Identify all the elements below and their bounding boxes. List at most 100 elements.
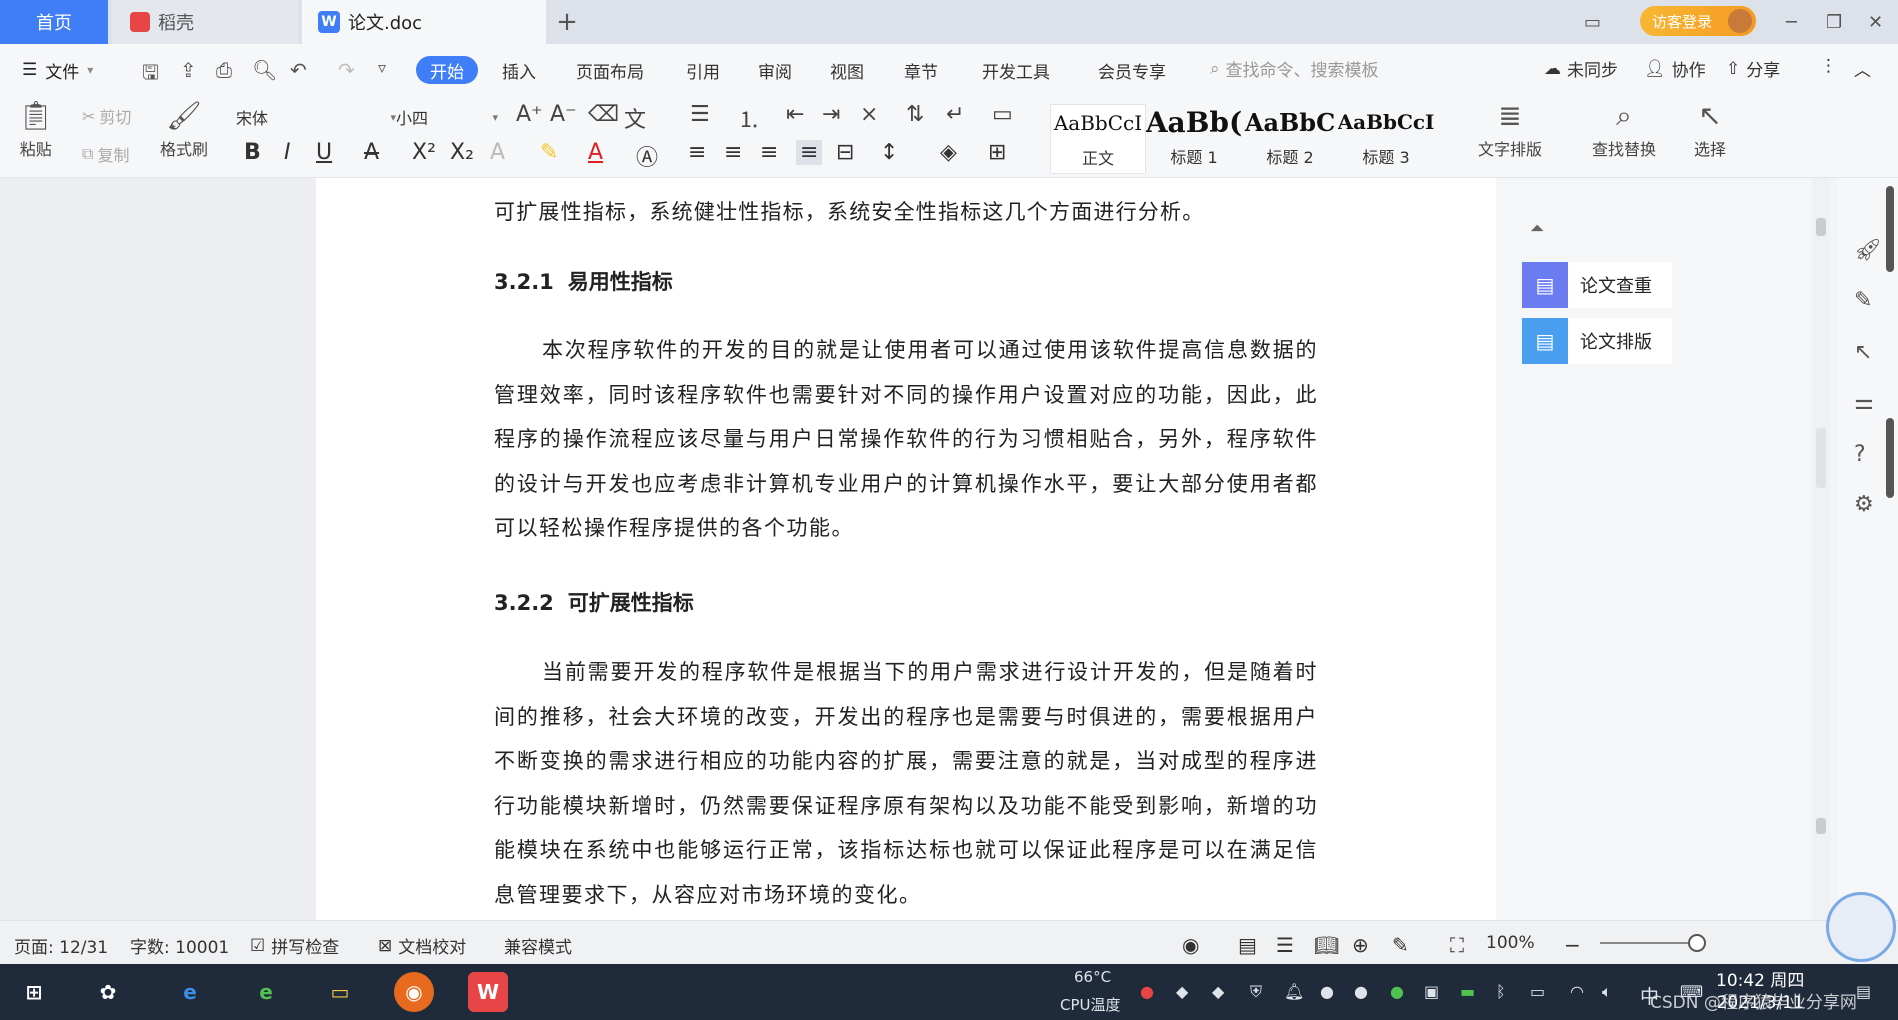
zoom-slider-handle[interactable] [1688, 934, 1706, 952]
select-button[interactable]: ↖ 选择 [1694, 100, 1726, 160]
undo-icon[interactable]: ↶ [290, 58, 307, 82]
text-effect-icon[interactable]: A [490, 140, 505, 165]
menu-insert[interactable]: 插入 [502, 56, 536, 84]
style-heading-1[interactable]: AaBb( 标题 1 [1146, 104, 1242, 174]
collapse-ribbon-icon[interactable]: ︿ [1854, 56, 1871, 81]
tray-window-icon[interactable]: ▣ [1424, 982, 1439, 1001]
menu-references[interactable]: 引用 [686, 56, 720, 84]
collab-button[interactable]: 👤︎ 协作 [1644, 56, 1706, 82]
image-settings-icon[interactable]: ⚙ [1854, 492, 1874, 517]
shading-icon[interactable]: ◈ [940, 140, 957, 165]
style-heading-3[interactable]: AaBbCcI 标题 3 [1338, 104, 1434, 174]
justify-icon[interactable]: ≡ [796, 140, 823, 165]
italic-icon[interactable]: I [284, 140, 291, 165]
windows-start-icon[interactable]: ⊞ [14, 972, 54, 1012]
share-button[interactable]: ⇧ 分享 [1726, 56, 1780, 82]
pointer-icon[interactable]: ↖ [1854, 340, 1872, 365]
menu-start[interactable]: 开始 [416, 56, 478, 84]
print-icon[interactable]: ⎙ [216, 58, 232, 82]
tray-app-icon[interactable]: ● [1140, 982, 1154, 1001]
menu-view[interactable]: 视图 [830, 56, 864, 84]
pen-icon[interactable]: ✎ [1854, 288, 1872, 313]
tab-document[interactable]: W 论文.doc [302, 0, 546, 44]
line-break-icon[interactable]: ↵ [946, 102, 964, 127]
web-view-icon[interactable]: ⊕ [1352, 933, 1369, 957]
plugin-paper-layout[interactable]: ▤ 论文排版 [1522, 318, 1672, 364]
tab-daoke[interactable]: 稻壳 [112, 0, 298, 44]
decrease-indent-icon[interactable]: ⇤ [786, 102, 804, 127]
fullscreen-icon[interactable]: ⛶ [1450, 933, 1464, 957]
reading-view-icon[interactable]: 📖︎ [1314, 933, 1339, 957]
font-color-icon[interactable]: A [588, 140, 603, 165]
bullet-list-icon[interactable]: ☰ [690, 102, 710, 127]
save-icon[interactable]: 🖫 [142, 58, 159, 92]
shrink-font-icon[interactable]: A⁻ [550, 102, 577, 127]
shield-icon[interactable]: ⛨ [1250, 982, 1262, 1002]
more-icon[interactable]: ⋮ [1820, 56, 1837, 76]
style-heading-2[interactable]: AaBbC 标题 2 [1242, 104, 1338, 174]
increase-indent-icon[interactable]: ⇥ [822, 102, 840, 127]
write-view-icon[interactable]: ✎ [1392, 933, 1409, 957]
find-replace-button[interactable]: ⌕ 查找替换 [1592, 100, 1656, 160]
bold-icon[interactable]: B [244, 140, 261, 165]
outline-view-icon[interactable]: ☰ [1276, 933, 1294, 957]
strikethrough-icon[interactable]: A [364, 140, 379, 165]
distribute-icon[interactable]: ⊟ [836, 140, 854, 165]
align-right-icon[interactable]: ≡ [760, 140, 778, 165]
copy-button[interactable]: ⧉ 复制 [82, 142, 129, 166]
paste-button[interactable]: 📋︎ 粘贴 [18, 100, 54, 160]
browser-360-icon[interactable]: e [246, 972, 286, 1012]
file-explorer-icon[interactable]: ▭ [320, 972, 360, 1012]
borders-icon[interactable]: ⊞ [988, 140, 1006, 165]
font-family-select[interactable]: 宋体 ▾ [236, 104, 396, 130]
sort-icon[interactable]: ⇅ [906, 102, 924, 127]
eye-protect-icon[interactable]: ◉ [1182, 933, 1199, 957]
zoom-out-icon[interactable]: − [1564, 933, 1581, 957]
page-view-icon[interactable]: ▤ [1238, 933, 1257, 957]
grow-font-icon[interactable]: A⁺ [516, 102, 543, 127]
tray-qq-icon[interactable]: ● [1354, 982, 1368, 1001]
chinese-layout-icon[interactable]: ⨯ [860, 102, 878, 127]
bluetooth-icon[interactable]: ᛒ [1496, 982, 1506, 1001]
scroll-up-thumb[interactable] [1816, 218, 1826, 236]
file-menu[interactable]: ☰ 文件 ▾ [22, 58, 93, 83]
char-border-icon[interactable]: Ⓐ [636, 140, 658, 172]
tray-network-app-icon[interactable]: ◆ [1176, 982, 1188, 1001]
tray-battery-icon[interactable]: ▬ [1460, 982, 1475, 1001]
scroll-thumb[interactable] [1816, 428, 1826, 488]
text-layout-button[interactable]: ≣ 文字排版 [1478, 100, 1542, 160]
plugin-paper-check[interactable]: ▤ 论文查重 [1522, 262, 1672, 308]
ie-browser-icon[interactable]: e [170, 972, 210, 1012]
align-center-icon[interactable]: ≡ [724, 140, 742, 165]
font-size-select[interactable]: 小四 ▾ [396, 104, 506, 130]
command-search[interactable]: ⌕ 查找命令、搜索模板 [1210, 56, 1379, 82]
clear-format-icon[interactable]: ⌫ [588, 102, 619, 127]
menu-dev-tools[interactable]: 开发工具 [982, 56, 1050, 84]
volume-icon[interactable]: 🔈︎ [1602, 982, 1612, 1002]
menu-chapter[interactable]: 章节 [904, 56, 938, 84]
ruler-icon[interactable]: ▭ [992, 102, 1013, 127]
export-icon[interactable]: ⇪ [180, 58, 197, 82]
sync-button[interactable]: ☁ 未同步 [1544, 56, 1618, 82]
scroll-down-thumb[interactable] [1816, 818, 1826, 834]
menu-page-layout[interactable]: 页面布局 [576, 56, 644, 84]
underline-icon[interactable]: U [316, 140, 332, 165]
line-spacing-icon[interactable]: ↕ [880, 140, 898, 165]
style-normal[interactable]: AaBbCcI 正文 [1050, 104, 1146, 174]
spell-check-button[interactable]: ☑ 拼写检查 [250, 933, 339, 959]
rocket-icon[interactable]: 🚀︎ [1854, 238, 1882, 263]
menu-member[interactable]: 会员专享 [1098, 56, 1166, 84]
proofread-button[interactable]: ⊠ 文档校对 [378, 933, 466, 959]
floating-assistant[interactable] [1826, 892, 1896, 962]
phonetic-icon[interactable]: 文 [624, 102, 646, 134]
layout-switch-icon[interactable]: ▭ [1584, 0, 1601, 44]
superscript-icon[interactable]: X² [412, 140, 436, 165]
format-painter-button[interactable]: 🖌︎ 格式刷 [160, 100, 208, 160]
redo-icon[interactable]: ↷ [338, 58, 355, 82]
page-indicator[interactable]: 页面: 12/31 [14, 933, 108, 958]
collapse-panel-icon[interactable]: ⏶ [1530, 218, 1544, 239]
bell-icon[interactable]: 🔔︎ [1284, 982, 1304, 1001]
help-icon[interactable]: ? [1854, 442, 1866, 467]
new-tab-button[interactable]: + [552, 0, 582, 44]
tray-penguin-icon[interactable]: ● [1320, 982, 1334, 1001]
